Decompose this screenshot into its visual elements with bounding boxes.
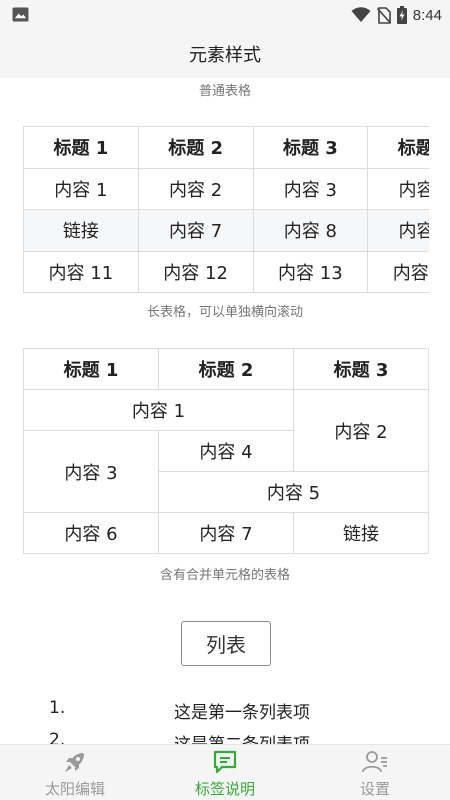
table-cell: 内容 13 — [252, 250, 369, 293]
table-cell: 内容 5 — [158, 471, 429, 513]
table-cell: 内容 12 — [137, 250, 254, 293]
table-link-cell[interactable]: 链接 — [23, 209, 139, 252]
table-cell: 内容 1 — [23, 167, 139, 210]
table-cell: 内容 7 — [137, 209, 254, 252]
scrollable-table-container[interactable]: 标题 1 标题 2 标题 3 标题 4 内容 1 内容 2 内容 3 内容 4 … — [23, 126, 429, 293]
table-cell: 内容 3 — [252, 167, 369, 210]
table-cell: 内容 3 — [23, 430, 159, 513]
table-row: 内容 6 内容 7 链接 — [23, 512, 429, 554]
battery-charging-icon — [396, 6, 407, 24]
table-header-row: 标题 1 标题 2 标题 3 — [23, 348, 429, 390]
table-cell: 内容 4 — [158, 430, 294, 472]
table-row: 内容 11 内容 12 内容 13 内容 14 — [23, 250, 429, 293]
status-bar: 8:44 — [0, 0, 450, 30]
table-cell: 内容 2 — [137, 167, 254, 210]
table-header-cell: 标题 4 — [367, 126, 429, 169]
nav-label-tag-docs: 标签说明 — [194, 780, 255, 798]
table-header-cell: 标题 1 — [23, 126, 139, 169]
table-cell: 内容 14 — [367, 250, 429, 293]
list-item-text: 这是第一条列表项 — [174, 703, 310, 723]
table-row: 链接 内容 7 内容 8 内容 9 — [23, 209, 429, 252]
merged-cells-table: 标题 1 标题 2 标题 3 内容 1 内容 2 内容 3 内容 4 内容 5 … — [23, 348, 429, 554]
table-cell: 内容 11 — [23, 250, 139, 293]
nav-item-settings[interactable]: 设置 — [300, 745, 450, 800]
table-header-cell: 标题 3 — [293, 348, 429, 390]
message-icon — [213, 750, 237, 774]
content-area[interactable]: 普通表格 标题 1 标题 2 标题 3 标题 4 内容 1 内容 2 内容 3 … — [0, 78, 450, 744]
rocket-icon — [65, 753, 84, 772]
user-settings-icon — [362, 751, 387, 773]
list-item-number: 2. — [49, 730, 66, 744]
nav-label-settings: 设置 — [359, 780, 390, 798]
table1-caption: 普通表格 — [198, 84, 251, 99]
list-item: 1. 这是第一条列表项 — [0, 694, 450, 726]
table-cell: 内容 2 — [293, 389, 429, 472]
table-row: 内容 1 内容 2 — [23, 389, 429, 472]
image-icon — [12, 7, 29, 22]
table-header-cell: 标题 2 — [137, 126, 254, 169]
nav-item-tag-docs[interactable]: 标签说明 — [150, 745, 300, 800]
list-item-text: 这是第二条列表项 — [174, 730, 310, 744]
nav-item-editor[interactable]: 太阳编辑 — [0, 745, 150, 800]
page-title: 元素样式 — [189, 45, 261, 66]
list-button[interactable]: 列表 — [181, 621, 271, 666]
ordered-list: 1. 这是第一条列表项 2. 这是第二条列表项 — [0, 694, 450, 744]
merged-table-container: 标题 1 标题 2 标题 3 内容 1 内容 2 内容 3 内容 4 内容 5 … — [23, 348, 429, 554]
table-header-cell: 标题 3 — [252, 126, 369, 169]
table-cell: 内容 1 — [23, 389, 294, 431]
clock-time: 8:44 — [412, 6, 442, 24]
nav-label-editor: 太阳编辑 — [44, 780, 105, 798]
table-link-cell[interactable]: 链接 — [293, 512, 429, 554]
no-sim-icon — [376, 6, 391, 24]
table-cell: 内容 6 — [23, 512, 159, 554]
table-row: 内容 1 内容 2 内容 3 内容 4 — [23, 167, 429, 210]
list-item-number: 1. — [49, 698, 66, 718]
table2-caption: 含有合并单元格的表格 — [159, 568, 290, 583]
list-item: 2. 这是第二条列表项 — [0, 726, 450, 744]
wifi-icon — [351, 7, 371, 22]
table-cell: 内容 4 — [367, 167, 429, 210]
table-cell: 内容 7 — [158, 512, 294, 554]
bottom-navigation: 太阳编辑 标签说明 设置 — [0, 744, 450, 800]
long-table: 标题 1 标题 2 标题 3 标题 4 内容 1 内容 2 内容 3 内容 4 … — [23, 126, 429, 293]
table1-footer-caption: 长表格，可以单独横向滚动 — [146, 305, 303, 320]
app-bar: 元素样式 — [0, 30, 450, 78]
table-header-cell: 标题 2 — [158, 348, 294, 390]
table-header-cell: 标题 1 — [23, 348, 159, 390]
table-header-row: 标题 1 标题 2 标题 3 标题 4 — [23, 126, 429, 169]
table-cell: 内容 9 — [367, 209, 429, 252]
table-cell: 内容 8 — [252, 209, 369, 252]
